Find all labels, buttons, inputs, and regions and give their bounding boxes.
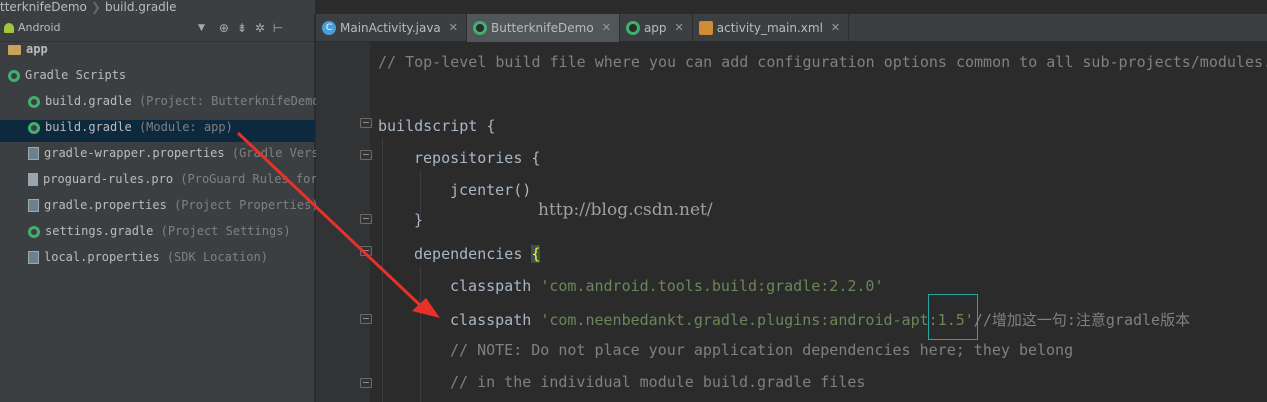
annotation-arrow: [236, 131, 440, 318]
arrow-shaft: [236, 131, 424, 309]
